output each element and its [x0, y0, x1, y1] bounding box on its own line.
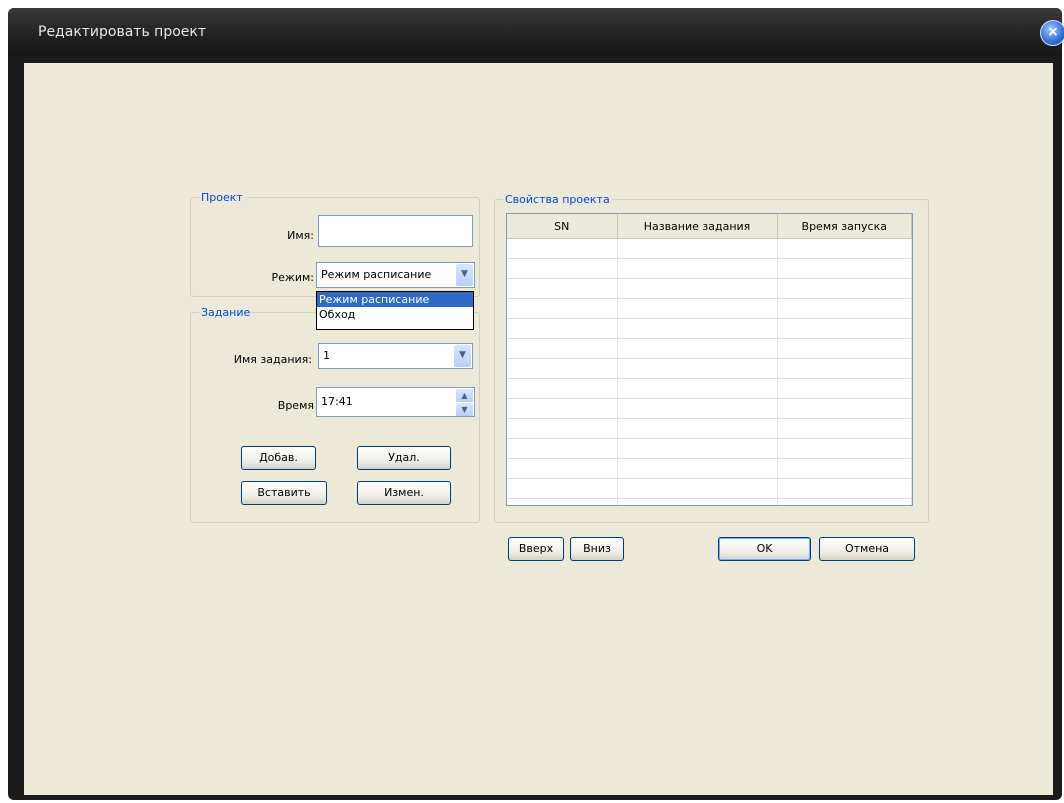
table-row[interactable]	[507, 278, 912, 299]
move-down-button[interactable]: Вниз	[570, 537, 624, 561]
properties-group-legend: Свойства проекта	[505, 193, 610, 206]
mode-select[interactable]: Режим расписание ▼	[316, 262, 475, 288]
cancel-button[interactable]: Отмена	[819, 537, 915, 561]
ok-button[interactable]: OK	[718, 537, 811, 561]
time-spinner[interactable]: 17:41 ▲ ▼	[316, 387, 475, 417]
add-task-button[interactable]: Добав.	[241, 446, 316, 470]
column-header-sn[interactable]: SN	[507, 214, 618, 239]
table-row[interactable]	[507, 358, 912, 379]
time-label: Время	[277, 399, 314, 412]
chevron-down-icon[interactable]: ▼	[454, 345, 471, 367]
close-icon[interactable]: ×	[1040, 20, 1064, 46]
table-row[interactable]	[507, 438, 912, 459]
table-row[interactable]	[507, 478, 912, 499]
move-up-button[interactable]: Вверх	[508, 537, 564, 561]
time-value: 17:41	[321, 395, 353, 408]
table-row[interactable]	[507, 378, 912, 399]
task-name-select[interactable]: 1 ▼	[318, 343, 473, 369]
column-header-task-name[interactable]: Название задания	[617, 214, 778, 239]
project-name-input[interactable]	[318, 215, 473, 247]
project-group-legend: Проект	[201, 191, 243, 204]
mode-option-schedule[interactable]: Режим расписание	[317, 292, 473, 307]
name-label: Имя:	[287, 229, 314, 242]
spin-down-icon[interactable]: ▼	[456, 403, 473, 416]
window-title: Редактировать проект	[38, 24, 206, 40]
task-name-select-value: 1	[323, 349, 330, 362]
edit-project-window: Редактировать проект × Проект Имя: Режим…	[8, 8, 1064, 800]
delete-task-button[interactable]: Удал.	[357, 446, 451, 470]
table-row[interactable]	[507, 238, 912, 259]
chevron-down-icon[interactable]: ▼	[456, 264, 473, 286]
table-row[interactable]	[507, 458, 912, 479]
table-row[interactable]	[507, 258, 912, 279]
table-row[interactable]	[507, 318, 912, 339]
table-row[interactable]	[507, 338, 912, 359]
spin-up-icon[interactable]: ▲	[456, 389, 473, 402]
insert-task-button[interactable]: Вставить	[241, 481, 327, 505]
title-bar[interactable]: Редактировать проект ×	[8, 8, 1064, 56]
tasks-table[interactable]: SN Название задания Время запуска	[506, 213, 913, 506]
task-group-legend: Задание	[201, 306, 251, 319]
dialog-body: Проект Имя: Режим: Режим расписание ▼ За…	[24, 63, 1053, 795]
table-row[interactable]	[507, 498, 912, 505]
task-name-label: Имя задания:	[233, 353, 312, 366]
mode-option-patrol[interactable]: Обход	[317, 307, 473, 322]
table-row[interactable]	[507, 298, 912, 319]
table-row[interactable]	[507, 398, 912, 419]
table-header-row: SN Название задания Время запуска	[507, 214, 912, 239]
edit-task-button[interactable]: Измен.	[357, 481, 451, 505]
column-header-start-time[interactable]: Время запуска	[777, 214, 912, 239]
table-row[interactable]	[507, 418, 912, 439]
mode-select-value: Режим расписание	[321, 268, 432, 281]
mode-dropdown-list[interactable]: Режим расписание Обход	[316, 291, 474, 330]
mode-label: Режим:	[271, 271, 314, 284]
